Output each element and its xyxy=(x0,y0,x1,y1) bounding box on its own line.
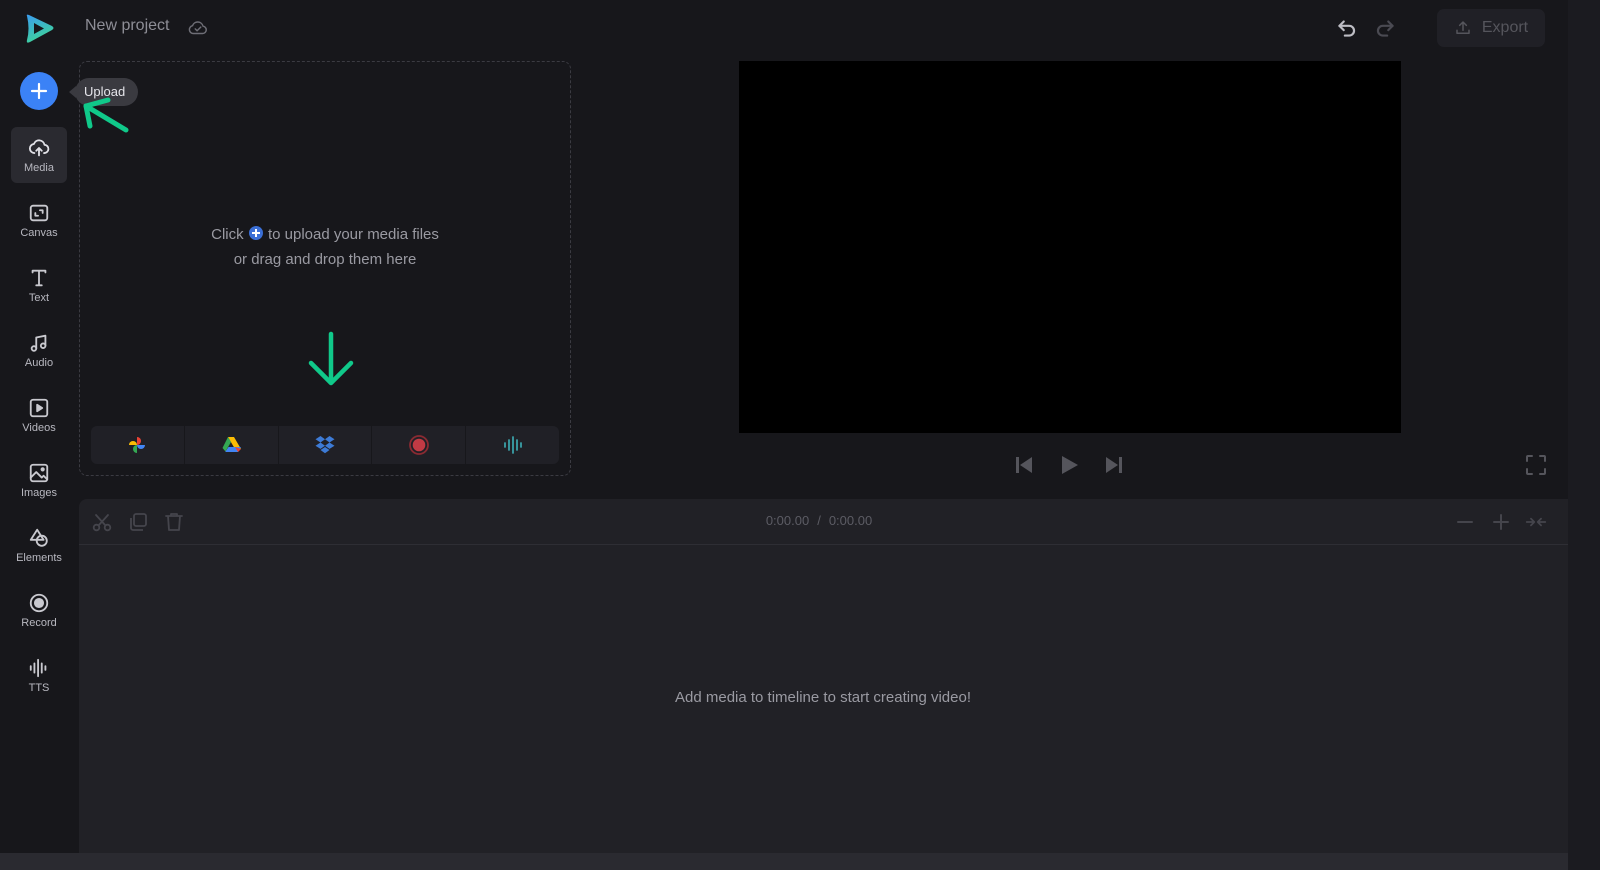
sidebar-item-label: Videos xyxy=(22,421,56,434)
plus-icon xyxy=(30,82,48,100)
timeline-empty-message: Add media to timeline to start creating … xyxy=(675,689,971,706)
sidebar-item-label: Elements xyxy=(16,551,62,564)
current-time: 0:00.00 xyxy=(765,513,810,528)
record-source-button[interactable] xyxy=(372,426,467,464)
sidebar-item-audio[interactable]: Audio xyxy=(11,322,67,378)
zoom-in-button[interactable] xyxy=(1490,511,1512,533)
fit-timeline-button[interactable] xyxy=(1525,511,1547,533)
export-label: Export xyxy=(1481,19,1529,36)
sidebar-item-label: Record xyxy=(21,616,57,629)
redo-button[interactable] xyxy=(1372,15,1398,41)
sidebar-item-label: Audio xyxy=(24,356,54,369)
cloud-upload-icon xyxy=(28,138,50,156)
plus-circle-icon xyxy=(248,226,263,240)
sidebar-item-media[interactable]: Media xyxy=(11,127,67,183)
zoom-out-button[interactable] xyxy=(1454,511,1476,533)
fullscreen-button[interactable] xyxy=(1525,454,1547,476)
timeline[interactable]: 0:00.00 / 0:00.00 Add media to timeline to… xyxy=(79,499,1568,853)
text-icon xyxy=(31,269,47,286)
upload-button[interactable] xyxy=(20,72,58,110)
sidebar-item-videos[interactable]: Videos xyxy=(11,387,67,443)
record-icon xyxy=(408,435,429,455)
media-drop-zone[interactable]: Click to upload your media files or drag… xyxy=(79,61,571,476)
export-button[interactable]: Export xyxy=(1437,9,1545,47)
sidebar-item-label: Text xyxy=(28,291,50,304)
image-icon xyxy=(29,463,49,482)
hint-click-text: Click xyxy=(211,226,244,243)
app-logo[interactable] xyxy=(22,12,56,46)
record-icon xyxy=(29,593,49,612)
google-drive-icon xyxy=(222,437,242,452)
skip-back-button[interactable] xyxy=(1012,453,1036,477)
video-preview[interactable] xyxy=(739,61,1401,433)
google-photos-button[interactable] xyxy=(91,426,185,464)
sidebar-nav: Media Canvas Text Audio Videos Images El… xyxy=(11,127,67,712)
sidebar-item-text[interactable]: Text xyxy=(11,257,67,313)
sidebar-item-label: TTS xyxy=(28,681,50,694)
hint-drag-text: or drag and drop them here xyxy=(233,251,417,268)
waveform-icon xyxy=(503,436,522,454)
upload-hint: Click to upload your media files or drag… xyxy=(80,222,570,272)
time-separator: / xyxy=(817,513,821,528)
music-note-icon xyxy=(30,334,47,352)
sidebar-item-tts[interactable]: TTS xyxy=(11,647,67,703)
timeline-time: 0:00.00 / 0:00.00 xyxy=(79,513,1559,528)
sidebar-item-canvas[interactable]: Canvas xyxy=(11,192,67,248)
google-photos-icon xyxy=(129,437,146,453)
google-drive-button[interactable] xyxy=(185,426,279,464)
upload-icon xyxy=(1456,21,1470,34)
sidebar-item-elements[interactable]: Elements xyxy=(11,517,67,573)
annotation-arrow-down-icon xyxy=(308,331,354,386)
shapes-icon xyxy=(29,528,48,547)
sidebar-item-record[interactable]: Record xyxy=(11,582,67,638)
video-play-icon xyxy=(29,398,49,417)
hint-upload-text: to upload your media files xyxy=(267,226,439,243)
project-title[interactable]: New project xyxy=(85,17,169,35)
video-editor-app: New project Export Upload Media Canvas T… xyxy=(0,0,1568,853)
sidebar-item-label: Canvas xyxy=(20,226,58,239)
tts-source-button[interactable] xyxy=(466,426,559,464)
waveform-icon xyxy=(29,658,47,677)
undo-button[interactable] xyxy=(1334,15,1360,41)
dropbox-icon xyxy=(315,436,335,454)
sidebar-item-label: Media xyxy=(24,161,54,174)
canvas-resize-icon xyxy=(29,204,49,221)
skip-forward-button[interactable] xyxy=(1102,453,1126,477)
sidebar-item-images[interactable]: Images xyxy=(11,452,67,508)
page-scrollbar[interactable] xyxy=(1568,0,1600,870)
dropbox-button[interactable] xyxy=(279,426,373,464)
bottom-bar xyxy=(0,853,1568,870)
total-time: 0:00.00 xyxy=(828,513,873,528)
play-button[interactable] xyxy=(1057,453,1081,477)
timeline-toolbar: 0:00.00 / 0:00.00 xyxy=(79,499,1568,545)
upload-sources-bar xyxy=(91,426,559,464)
sidebar-item-label: Images xyxy=(20,486,58,499)
cloud-check-icon xyxy=(188,21,207,35)
